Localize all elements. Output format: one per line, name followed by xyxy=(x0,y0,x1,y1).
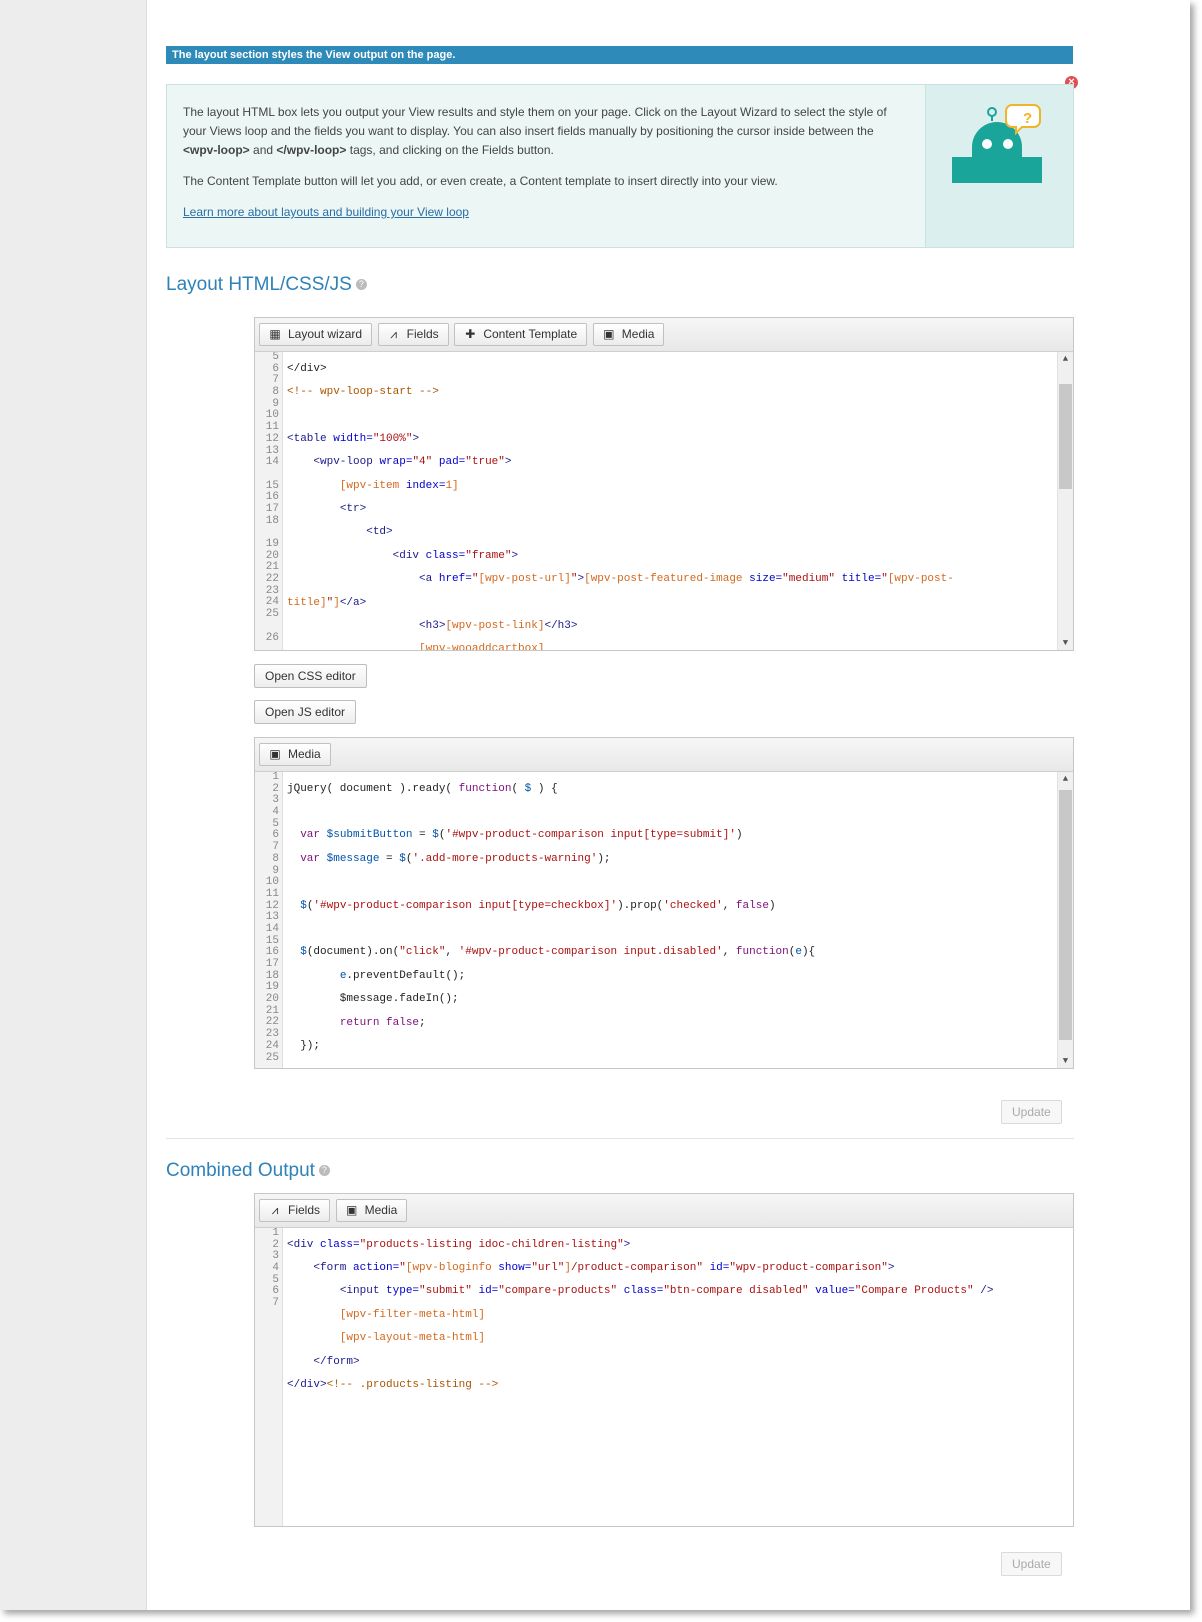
info-paragraph-1: The layout HTML box lets you output your… xyxy=(183,105,887,157)
section-divider xyxy=(166,1138,1074,1139)
info-text: The layout HTML box lets you output your… xyxy=(183,103,903,222)
js-editor: ▣ Media 1 2 3 4 5 6 7 8 9 10 11 12 13 14 15 16 17 18 19 20 21… xyxy=(254,737,1074,1069)
layout-scrollbar[interactable]: ▲ ▼ xyxy=(1057,352,1073,650)
line-number: 5 xyxy=(272,352,279,363)
media-button[interactable]: ▣ Media xyxy=(592,323,665,346)
js-scrollbar[interactable]: ▲ ▼ xyxy=(1057,772,1073,1068)
open-css-editor-button[interactable]: Open CSS editor xyxy=(254,664,367,688)
plus-icon: ✚ xyxy=(465,327,476,341)
line-number: 8 xyxy=(272,386,279,399)
line-number: 1 xyxy=(272,1228,279,1239)
scroll-down-arrow[interactable]: ▼ xyxy=(1058,1054,1073,1068)
layout-wizard-button[interactable]: ▦ Layout wizard xyxy=(259,323,373,346)
fields-icon: ⩘ xyxy=(390,327,398,341)
js-code-area[interactable]: 1 2 3 4 5 6 7 8 9 10 11 12 13 14 15 16 17 18 19 20 21 22 23 24 2… xyxy=(255,772,1073,1068)
line-number: 22 xyxy=(265,573,279,586)
robot-panel: ? xyxy=(925,85,1073,247)
help-icon[interactable]: ? xyxy=(355,279,367,291)
open-js-editor-button[interactable]: Open JS editor xyxy=(254,700,357,724)
line-number: 14 xyxy=(265,922,279,935)
layout-section-title: Layout HTML/CSS/JS? xyxy=(166,274,367,296)
combined-update-button[interactable]: Update xyxy=(1001,1552,1062,1576)
image-icon: ▣ xyxy=(269,747,281,761)
combined-toolbar: ⩘ Fields ▣ Media xyxy=(255,1194,1073,1228)
admin-sidebar xyxy=(0,0,147,1610)
line-number xyxy=(255,469,279,481)
robot-illustration: ? xyxy=(952,104,1042,183)
line-number: 25 xyxy=(265,1051,279,1064)
scroll-down-arrow[interactable]: ▼ xyxy=(1058,636,1073,650)
combined-output-editor: ⩘ Fields ▣ Media 1234567 <div class="produ… xyxy=(254,1193,1074,1527)
line-number: 4 xyxy=(272,806,279,819)
line-number: 26 xyxy=(265,631,279,644)
image-icon: ▣ xyxy=(603,327,615,341)
line-number: 12 xyxy=(265,432,279,445)
image-icon: ▣ xyxy=(345,1203,358,1217)
line-number: 19 xyxy=(265,538,279,550)
line-number: 20 xyxy=(265,993,279,1006)
combined-fields-button[interactable]: ⩘ Fields xyxy=(259,1199,331,1222)
fields-button[interactable]: ⩘ Fields xyxy=(377,323,449,346)
combined-code-area[interactable]: 1234567 <div class="products-listing ido… xyxy=(255,1228,1073,1526)
line-number: 17 xyxy=(265,958,279,970)
layout-html-editor: ▦ Layout wizard ⩘ Fields ✚ Content Template… xyxy=(254,317,1074,651)
grid-icon: ▦ xyxy=(269,327,281,341)
line-number xyxy=(255,621,279,633)
layout-toolbar: ▦ Layout wizard ⩘ Fields ✚ Content Template… xyxy=(255,318,1073,352)
section-banner: The layout section styles the View outpu… xyxy=(166,46,1073,64)
page: The layout section styles the View outpu… xyxy=(0,0,1190,1610)
scroll-thumb[interactable] xyxy=(1059,790,1072,1040)
fields-icon: ⩘ xyxy=(271,1203,279,1217)
code-lines: </div> <!-- wpv-loop-start --> <table wi… xyxy=(287,362,954,650)
combined-media-button[interactable]: ▣ Media xyxy=(335,1199,408,1222)
layout-code-area[interactable]: 5 6 7 8 9 10 11 12 13 14 15 16 17 18 19 20 21 22 23 24 25 26 … xyxy=(255,352,1073,650)
js-media-button[interactable]: ▣ Media xyxy=(259,743,331,766)
line-number: 11 xyxy=(265,887,279,900)
line-number: 17 xyxy=(265,502,279,515)
scroll-up-arrow[interactable]: ▲ xyxy=(1058,352,1073,366)
combined-output-title: Combined Output? xyxy=(166,1160,330,1182)
update-button[interactable]: Update xyxy=(1001,1100,1062,1124)
line-number: 14 xyxy=(265,456,279,469)
js-toolbar: ▣ Media xyxy=(255,738,1073,772)
info-box: The layout HTML box lets you output your… xyxy=(166,84,1074,248)
line-number: 8 xyxy=(272,852,279,865)
scroll-up-arrow[interactable]: ▲ xyxy=(1058,772,1073,786)
code-lines: <div class="products-listing idoc-childr… xyxy=(287,1238,994,1392)
learn-more-link[interactable]: Learn more about layouts and building yo… xyxy=(183,205,469,219)
info-paragraph-2: The Content Template button will let you… xyxy=(183,174,778,188)
code-lines: jQuery( document ).ready( function( $ ) … xyxy=(287,782,816,1052)
svg-text:?: ? xyxy=(1023,110,1032,127)
line-number: 24 xyxy=(265,1039,279,1052)
line-numbers: 5 6 7 8 9 10 11 12 13 14 15 16 17 18 19 20 21 22 23 24 25 26 xyxy=(255,352,283,650)
line-number: 18 xyxy=(265,514,279,527)
line-number: 25 xyxy=(265,608,279,621)
line-numbers: 1 2 3 4 5 6 7 8 9 10 11 12 13 14 15 16 17 18 19 20 21 22 23 24 2… xyxy=(255,772,283,1068)
line-number: 4 xyxy=(272,1262,279,1275)
help-icon[interactable]: ? xyxy=(318,1165,330,1177)
scroll-thumb[interactable] xyxy=(1059,384,1072,489)
line-numbers: 1234567 xyxy=(255,1228,283,1526)
line-number: 1 xyxy=(272,772,279,783)
line-number: 7 xyxy=(272,1297,279,1310)
content-template-button[interactable]: ✚ Content Template xyxy=(454,323,588,346)
